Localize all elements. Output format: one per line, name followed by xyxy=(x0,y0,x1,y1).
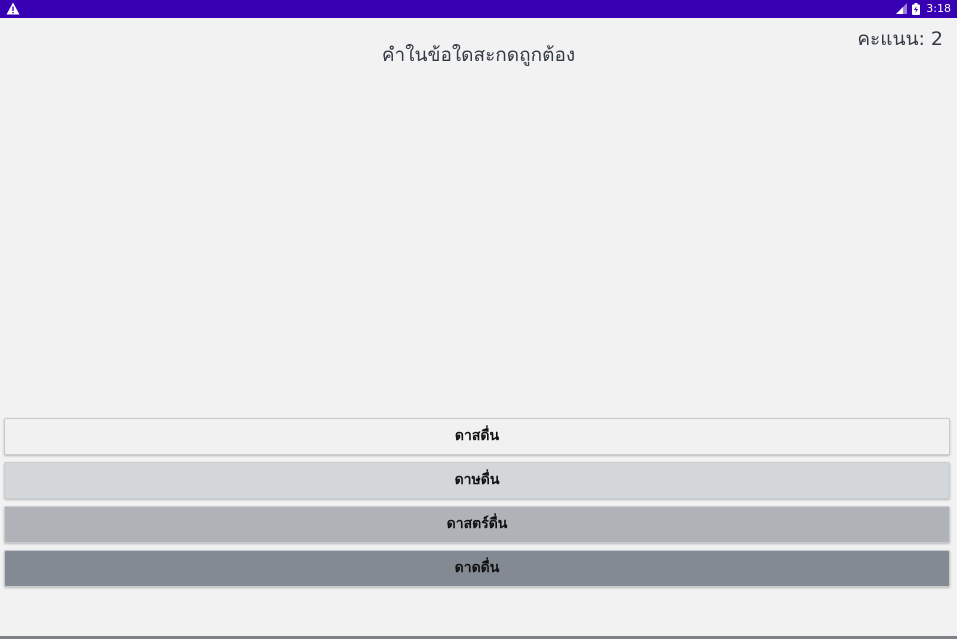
question-text: คำในข้อใดสะกดถูกต้อง xyxy=(381,44,576,66)
warning-icon xyxy=(6,2,20,16)
answer-button-1[interactable]: ดาสดื่น xyxy=(4,418,950,455)
signal-icon xyxy=(895,3,908,15)
status-bar: 3:18 xyxy=(0,0,957,18)
answer-button-2[interactable]: ดาษดื่น xyxy=(4,462,950,499)
status-time: 3:18 xyxy=(926,2,951,15)
quiz-screen: 3:18 คะแนน: 2 คำในข้อใดสะกดถูกต้อง ดาสดื… xyxy=(0,0,957,639)
battery-icon xyxy=(912,3,921,15)
answer-button-4[interactable]: ดาดดื่น xyxy=(4,550,950,587)
answer-button-3[interactable]: ดาสตร์ดื่น xyxy=(4,506,950,543)
answer-list: ดาสดื่น ดาษดื่น ดาสตร์ดื่น ดาดดื่น xyxy=(4,418,952,594)
status-icons: 3:18 xyxy=(895,0,951,18)
